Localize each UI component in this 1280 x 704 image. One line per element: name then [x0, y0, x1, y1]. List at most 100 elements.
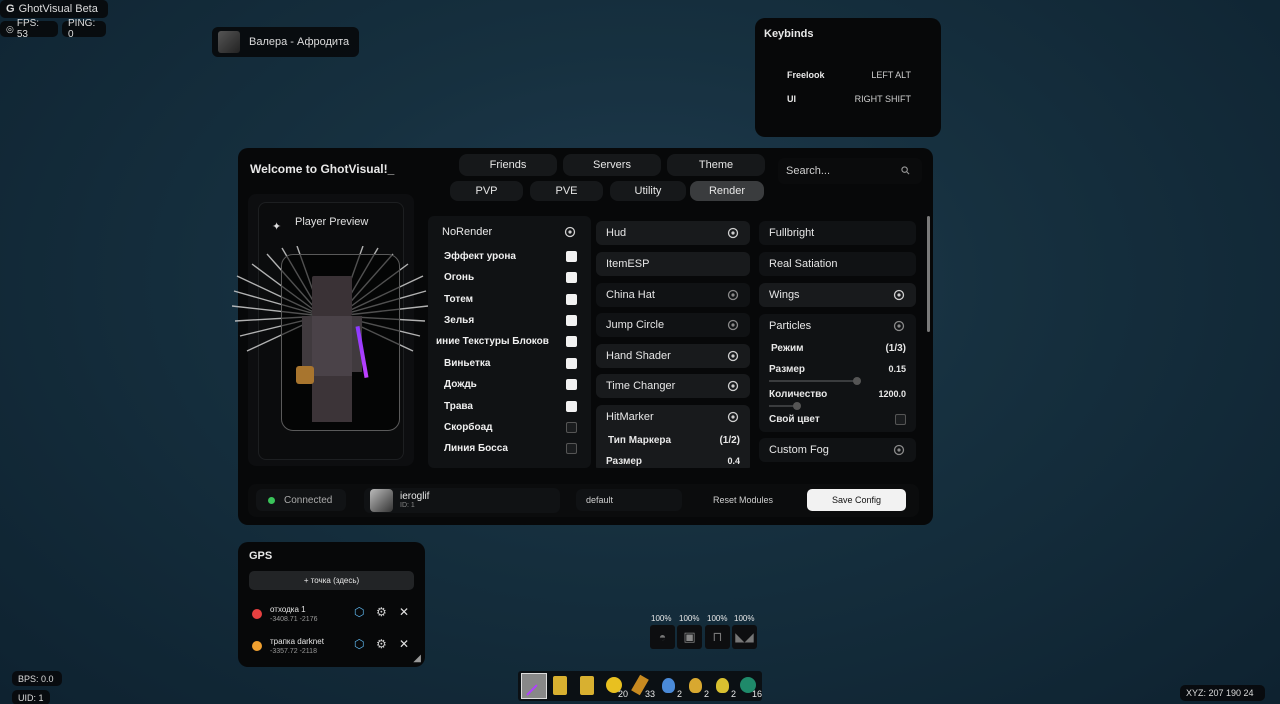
list-item[interactable]: Трава	[436, 396, 591, 416]
hotbar-slot[interactable]: 33	[629, 673, 655, 699]
gear-icon[interactable]	[892, 288, 906, 302]
tab-pvp[interactable]: PVP	[450, 181, 523, 201]
slider-knob[interactable]	[853, 377, 861, 385]
module-customfog[interactable]: Custom Fog	[759, 438, 916, 462]
close-icon[interactable]: ✕	[399, 637, 409, 651]
checkbox[interactable]	[566, 293, 577, 305]
search-box[interactable]: Search...	[778, 158, 922, 184]
scrollbar[interactable]	[927, 216, 930, 332]
hotbar-slot[interactable]: 2	[710, 673, 736, 699]
particles-color-setting[interactable]: Свой цвет	[769, 414, 906, 425]
particles-size-setting[interactable]: Размер 0.15	[769, 364, 906, 375]
module-hud[interactable]: Hud	[596, 221, 750, 245]
keybind-row: UI RIGHT SHIFT	[787, 94, 911, 104]
gear-icon[interactable]	[892, 319, 906, 333]
gear-icon[interactable]	[726, 379, 740, 393]
tab-utility[interactable]: Utility	[610, 181, 686, 201]
tab-render[interactable]: Render	[690, 181, 764, 201]
connection-status: Connected	[256, 489, 346, 511]
tab-theme[interactable]: Theme	[667, 154, 765, 176]
particles-count-slider[interactable]	[769, 402, 801, 410]
checkbox[interactable]	[566, 378, 577, 390]
module-handshader[interactable]: Hand Shader	[596, 344, 750, 368]
checkbox[interactable]	[566, 357, 577, 369]
list-item[interactable]: Тотем	[436, 289, 591, 309]
checkbox[interactable]	[566, 442, 577, 454]
norender-header[interactable]: NoRender	[432, 220, 587, 244]
keybinds-title: Keybinds	[764, 28, 814, 40]
resize-handle-icon[interactable]: ◢	[413, 653, 421, 664]
gear-icon[interactable]	[726, 288, 740, 302]
gear-icon[interactable]: ⚙	[376, 605, 387, 619]
module-fullbright[interactable]: Fullbright	[759, 221, 916, 245]
checkbox[interactable]	[566, 271, 577, 283]
track-title: Валера - Афродита	[249, 36, 350, 48]
config-name-input[interactable]: default	[576, 489, 682, 511]
module-realsatiation[interactable]: Real Satiation	[759, 252, 916, 276]
checkbox[interactable]	[566, 314, 577, 326]
gear-icon[interactable]	[892, 443, 906, 457]
tab-pve[interactable]: PVE	[530, 181, 603, 201]
module-hitmarker[interactable]: HitMarker Тип Маркера (1/2) Размер 0.4	[596, 405, 750, 468]
welcome-title: Welcome to GhotVisual!_	[250, 162, 395, 176]
armor-hud: 100% 100% 100% 100% ◓ ▣ ⊓ ◣◢	[648, 612, 760, 652]
particles-size-slider[interactable]	[769, 377, 861, 385]
tab-friends[interactable]: Friends	[459, 154, 557, 176]
module-chinahat[interactable]: China Hat	[596, 283, 750, 307]
reset-modules-button[interactable]: Reset Modules	[713, 495, 773, 505]
gear-icon[interactable]	[726, 318, 740, 332]
slider-knob[interactable]	[793, 402, 801, 410]
user-profile: ieroglif ID: 1	[364, 488, 560, 513]
search-input[interactable]: Search...	[786, 165, 830, 177]
list-item[interactable]: Линия Босса	[436, 438, 591, 458]
gear-icon[interactable]	[726, 226, 740, 240]
fps-icon: ◎	[6, 23, 14, 34]
list-item[interactable]: Зелья	[436, 310, 591, 330]
close-icon[interactable]: ✕	[399, 605, 409, 619]
hotbar-slot-selected[interactable]	[521, 673, 547, 699]
hotbar: 20 33 2 2 2 16	[518, 671, 762, 701]
list-item[interactable]: Эффект урона	[436, 246, 591, 266]
gear-icon[interactable]	[726, 349, 740, 363]
cube-icon[interactable]: ⬡	[354, 605, 364, 619]
player-arm-left	[302, 316, 312, 372]
hotbar-slot[interactable]: 2	[683, 673, 709, 699]
waypoint-row: трапка darknet -3357.72 -2118 ⬡ ⚙ ✕	[252, 636, 417, 660]
gear-icon[interactable]	[563, 225, 577, 239]
list-item[interactable]: Виньетка	[436, 353, 591, 373]
save-config-button[interactable]: Save Config	[807, 489, 906, 511]
gear-icon[interactable]	[726, 410, 740, 424]
footer-bar: Connected ieroglif ID: 1 default Reset M…	[248, 484, 919, 517]
watermark-title: GhotVisual Beta	[18, 3, 98, 15]
module-wings[interactable]: Wings	[759, 283, 916, 307]
module-particles[interactable]: Particles Режим (1/3) Размер 0.15 Количе…	[759, 314, 916, 432]
cube-icon[interactable]: ⬡	[354, 637, 364, 651]
module-jumpcircle[interactable]: Jump Circle	[596, 313, 750, 337]
hotbar-slot[interactable]	[548, 673, 574, 699]
list-item[interactable]: Скорбоад	[436, 417, 591, 437]
tab-servers[interactable]: Servers	[563, 154, 661, 176]
hotbar-slot[interactable]: 20	[602, 673, 628, 699]
module-timechanger[interactable]: Time Changer	[596, 374, 750, 398]
hitmarker-type-setting[interactable]: Тип Маркера (1/2)	[608, 435, 740, 446]
hitmarker-size-setting[interactable]: Размер 0.4	[606, 456, 740, 467]
hotbar-slot[interactable]: 16	[736, 673, 762, 699]
module-itemesp[interactable]: ItemESP	[596, 252, 750, 276]
main-panel: Welcome to GhotVisual!_ Friends Servers …	[232, 148, 933, 525]
list-item[interactable]: иние Текстуры Блоков	[428, 331, 591, 351]
checkbox[interactable]	[566, 250, 577, 262]
status-dot	[268, 496, 275, 504]
checkbox[interactable]	[566, 421, 577, 433]
hotbar-slot[interactable]: 2	[656, 673, 682, 699]
norender-column: NoRender Эффект урона Огонь Тотем Зелья …	[428, 216, 591, 468]
gear-icon[interactable]: ⚙	[376, 637, 387, 651]
add-waypoint-button[interactable]: + точка (здесь)	[249, 571, 414, 590]
checkbox[interactable]	[566, 335, 577, 347]
checkbox[interactable]	[566, 400, 577, 412]
list-item[interactable]: Огонь	[436, 267, 591, 287]
particles-mode-setting[interactable]: Режим (1/3)	[771, 343, 906, 354]
hotbar-slot[interactable]	[575, 673, 601, 699]
list-item[interactable]: Дождь	[436, 374, 591, 394]
checkbox[interactable]	[895, 414, 906, 425]
particles-count-setting[interactable]: Количество 1200.0	[769, 389, 906, 400]
